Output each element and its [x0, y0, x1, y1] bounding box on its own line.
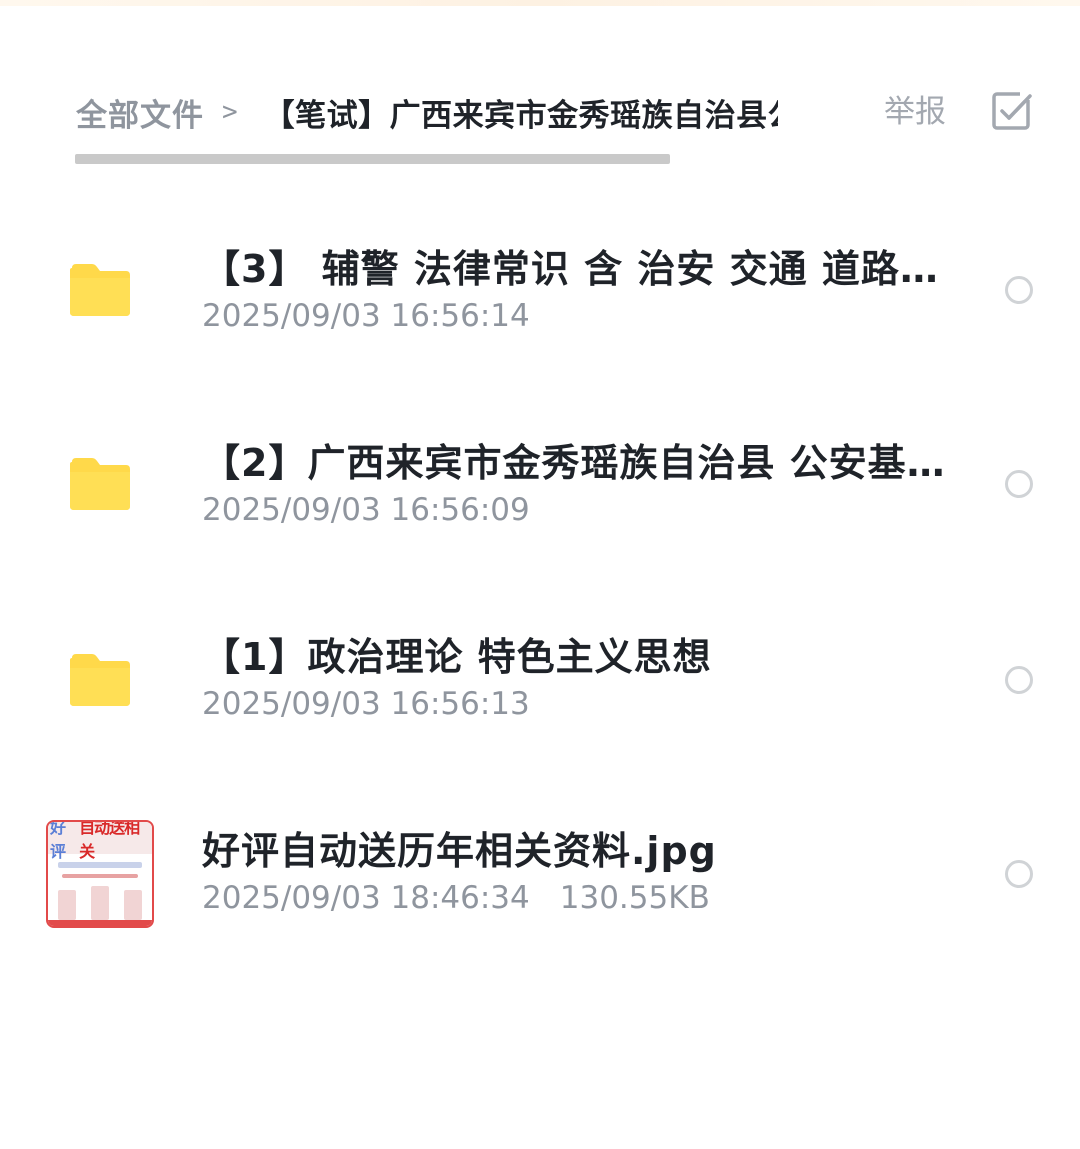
folder-icon [70, 458, 130, 510]
multi-select-button[interactable] [990, 90, 1034, 134]
thumbnail-footer [48, 920, 152, 926]
folder-icon [70, 264, 130, 316]
file-name: 【3】 辅警 法律常识 含 治安 交通 道路… [202, 247, 939, 291]
breadcrumb-current[interactable]: 【笔试】广西来宾市金秀瑶族自治县公安基 [264, 90, 778, 135]
select-radio[interactable] [1005, 470, 1033, 498]
checkbox-icon [992, 92, 1032, 130]
file-meta: 2025/09/03 16:56:14 [202, 298, 530, 334]
file-modified: 2025/09/03 16:56:09 [202, 492, 530, 528]
select-radio[interactable] [1005, 666, 1033, 694]
thumbnail-columns [58, 886, 142, 920]
breadcrumb: 全部文件 > 【笔试】广西来宾市金秀瑶族自治县公安基 [76, 80, 778, 144]
report-button[interactable]: 举报 [884, 92, 946, 132]
thumbnail-text-b: 自动送相关 [79, 820, 140, 861]
file-modified: 2025/09/03 16:56:13 [202, 686, 530, 722]
file-meta: 2025/09/03 16:56:09 [202, 492, 530, 528]
breadcrumb-separator: > [222, 97, 238, 127]
breadcrumb-scroll-indicator [75, 154, 670, 164]
thumbnail-banner: 好评 自动送相关 [48, 822, 152, 861]
file-modified: 2025/09/03 16:56:14 [202, 298, 530, 334]
list-item[interactable]: 【1】政治理论 特色主义思想 2025/09/03 16:56:13 [0, 582, 1080, 772]
list-item[interactable]: 【3】 辅警 法律常识 含 治安 交通 道路… 2025/09/03 16:56… [0, 194, 1080, 384]
file-size: 130.55KB [559, 880, 710, 916]
file-meta: 2025/09/03 18:46:34 130.55KB [202, 880, 710, 916]
folder-icon [70, 654, 130, 706]
list-item[interactable]: 好评 自动送相关 好评自动送历年相关资料.jpg 2025/09/03 18:4… [0, 776, 1080, 966]
breadcrumb-root[interactable]: 全部文件 [76, 90, 204, 135]
select-radio[interactable] [1005, 860, 1033, 888]
file-meta: 2025/09/03 16:56:13 [202, 686, 530, 722]
list-item[interactable]: 【2】广西来宾市金秀瑶族自治县 公安基… 2025/09/03 16:56:09 [0, 388, 1080, 578]
file-name: 好评自动送历年相关资料.jpg [202, 829, 717, 873]
file-name: 【2】广西来宾市金秀瑶族自治县 公安基… [202, 441, 946, 485]
thumbnail-line [58, 862, 142, 868]
thumbnail-line [62, 874, 138, 878]
file-name: 【1】政治理论 特色主义思想 [202, 635, 712, 679]
select-radio[interactable] [1005, 276, 1033, 304]
thumbnail-text-a: 好评 [50, 820, 66, 861]
top-strip [0, 0, 1080, 6]
file-modified: 2025/09/03 18:46:34 [202, 880, 530, 916]
image-thumbnail: 好评 自动送相关 [46, 820, 154, 928]
